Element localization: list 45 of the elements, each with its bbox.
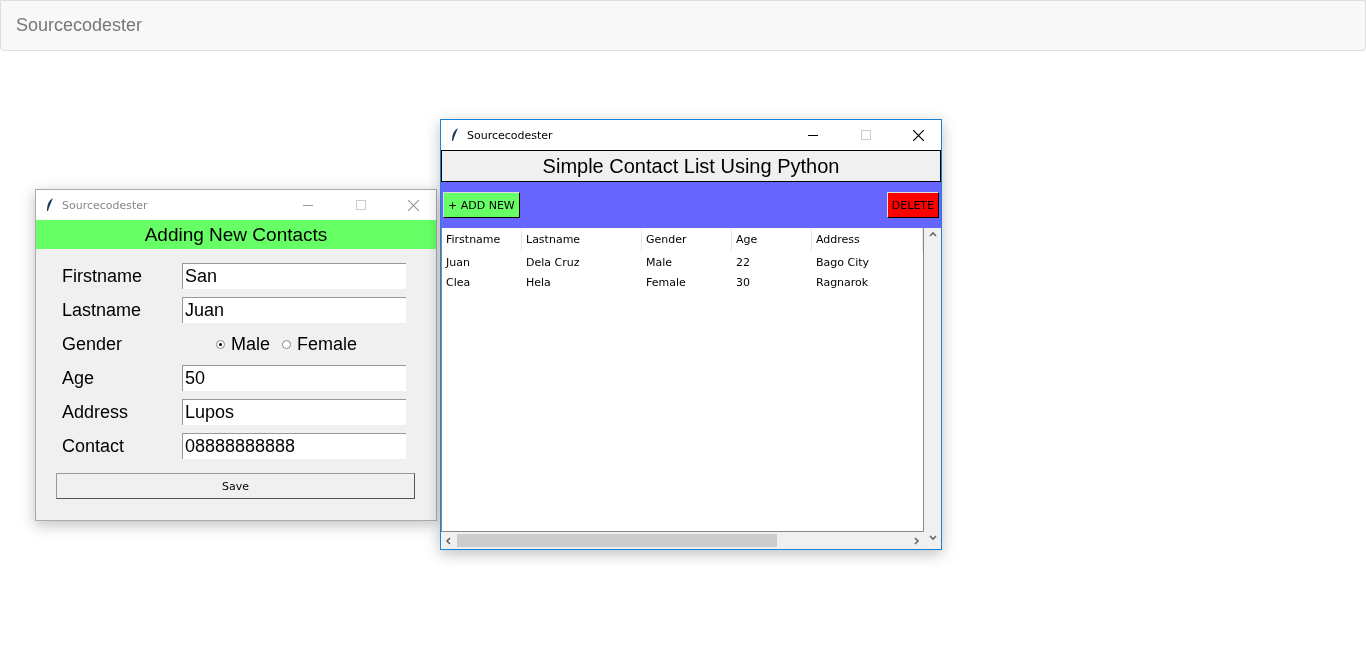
- app-heading: Simple Contact List Using Python: [441, 150, 941, 182]
- scroll-up-icon[interactable]: [928, 230, 937, 238]
- column-header[interactable]: Address: [812, 229, 923, 251]
- table-cell-text: Bago City: [815, 255, 871, 269]
- navbar-brand[interactable]: Sourcecodester: [16, 15, 143, 36]
- field-label: Lastname: [62, 299, 143, 321]
- table-cell-text: 22: [735, 255, 751, 269]
- radio-button[interactable]: [282, 339, 291, 349]
- window-title: Sourcecodester: [62, 198, 149, 212]
- input-field[interactable]: San: [182, 263, 406, 289]
- field-label: Contact: [62, 435, 126, 457]
- table-cell-text: 30: [735, 275, 751, 289]
- field-label: Age: [62, 367, 96, 389]
- scroll-right-icon[interactable]: [912, 536, 920, 545]
- field-label: Gender: [62, 333, 124, 355]
- column-header[interactable]: Firstname: [442, 229, 522, 251]
- radio-label[interactable]: Male: [231, 333, 270, 355]
- add-button[interactable]: + ADD NEW: [443, 192, 520, 218]
- input-field[interactable]: Lupos: [182, 399, 406, 425]
- table-cell-text: Ragnarok: [815, 275, 870, 289]
- radio-label[interactable]: Female: [297, 333, 358, 355]
- input-field[interactable]: 50: [182, 365, 406, 391]
- feather-icon: [451, 128, 459, 142]
- table-cell-text: Male: [645, 255, 674, 269]
- input-field[interactable]: 08888888888: [182, 433, 406, 459]
- column-header[interactable]: Age: [732, 229, 812, 251]
- column-header[interactable]: Gender: [642, 229, 732, 251]
- table-cell-text: Juan: [444, 255, 471, 269]
- field-label: Firstname: [62, 265, 143, 287]
- window-title: Sourcecodester: [467, 128, 554, 142]
- column-header[interactable]: Lastname: [522, 229, 642, 251]
- feather-icon: [46, 198, 54, 212]
- radio-button[interactable]: [216, 339, 225, 349]
- table-cell-text: Hela: [525, 275, 552, 289]
- save-button[interactable]: Save: [56, 473, 415, 499]
- table-cell-text: Female: [645, 275, 687, 289]
- scroll-down-icon[interactable]: [928, 534, 937, 542]
- input-field[interactable]: Juan: [182, 297, 406, 323]
- field-label: Address: [62, 401, 130, 423]
- table-cell-text: Dela Cruz: [525, 255, 581, 269]
- delete-button[interactable]: DELETE: [886, 192, 939, 218]
- table-cell-text: Clea: [445, 275, 472, 289]
- scroll-left-icon[interactable]: [445, 536, 453, 545]
- form-heading: Adding New Contacts: [36, 220, 436, 249]
- scrollbar-thumb[interactable]: [457, 534, 777, 547]
